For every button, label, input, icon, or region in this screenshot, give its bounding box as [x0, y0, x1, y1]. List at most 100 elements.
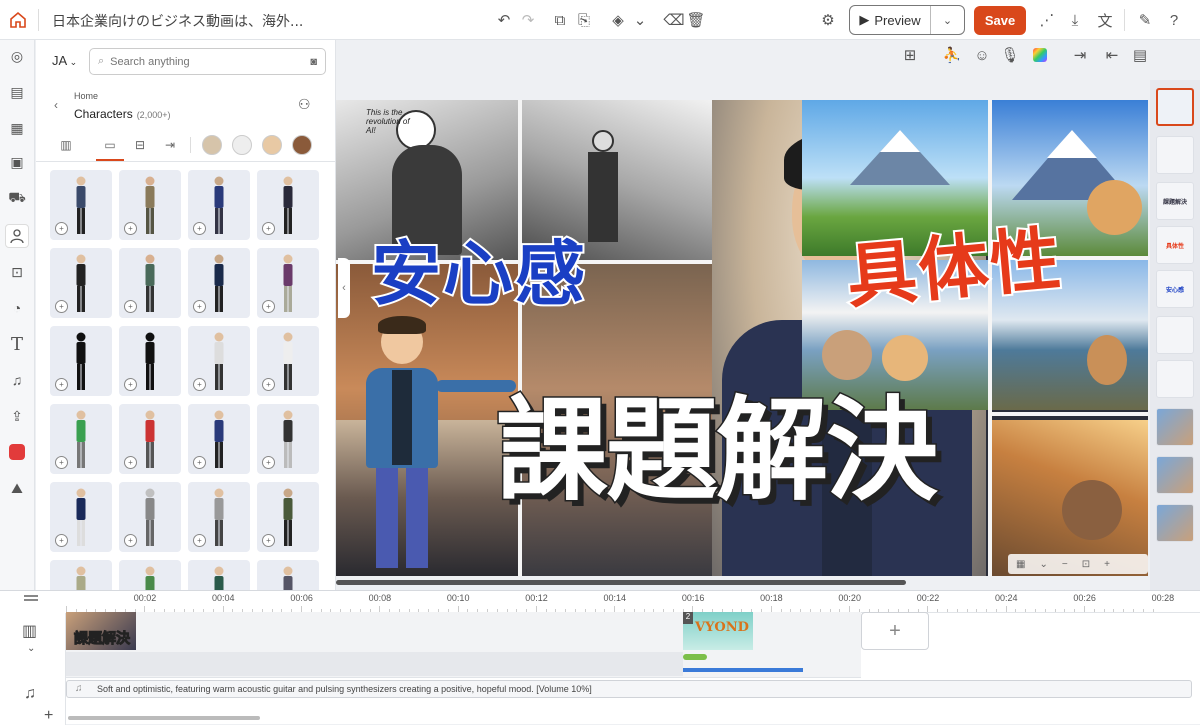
color-palette-icon[interactable] — [1028, 43, 1052, 67]
fit-icon[interactable]: ⊡ — [1082, 559, 1090, 570]
add-scene-button[interactable]: + — [861, 612, 929, 650]
add-character-icon[interactable]: ⚇ — [298, 96, 311, 113]
chevron-down-icon[interactable]: ⌄ — [1039, 559, 1047, 570]
film-icon[interactable]: ▥ — [56, 135, 76, 155]
back-chevron-icon[interactable]: ‹ — [54, 98, 58, 112]
text-kadai-kaiketsu[interactable]: 課題解決 — [495, 360, 940, 522]
character-tile[interactable]: + — [257, 560, 319, 590]
character-tile[interactable]: + — [257, 482, 319, 552]
character-tile[interactable]: + — [50, 326, 112, 396]
character-tile[interactable]: + — [188, 248, 250, 318]
zoom-in-icon[interactable]: + — [55, 300, 68, 313]
scene-thumbnail[interactable] — [1156, 316, 1194, 354]
scene-thumbnail[interactable] — [1156, 456, 1194, 494]
zoom-in-icon[interactable]: + — [193, 300, 206, 313]
chevron-down-icon[interactable]: ⌄ — [628, 8, 652, 32]
layout-icon[interactable]: ▤ — [1128, 43, 1152, 67]
camera-icon[interactable]: ◙ — [310, 56, 317, 68]
enter-effect-bar[interactable] — [683, 654, 707, 660]
character-tile[interactable]: + — [188, 482, 250, 552]
upload-icon[interactable]: ⇪ — [5, 404, 29, 428]
scenes-track-icon[interactable]: ▥ — [22, 621, 37, 641]
scenes-icon[interactable]: ▤ — [5, 80, 29, 104]
scene-2-thumbnail[interactable]: 2 VYOND — [683, 612, 753, 650]
media-icon[interactable]: ▣ — [5, 150, 29, 174]
zoom-in-icon[interactable]: + — [193, 378, 206, 391]
preview-main[interactable]: ▶ Preview — [850, 6, 931, 34]
canvas-zoom-control[interactable]: ▦ ⌄ − ⊡ + — [1008, 554, 1148, 574]
redo-icon[interactable]: ↷ — [516, 8, 540, 32]
add-track-icon[interactable]: + — [44, 707, 53, 725]
character-creator-icon[interactable]: ⊡ — [5, 260, 29, 284]
copy-icon[interactable]: ⧉ — [548, 8, 572, 32]
zoom-in-icon[interactable]: + — [193, 222, 206, 235]
music-track-icon[interactable]: ♫ — [24, 685, 36, 703]
eraser-icon[interactable]: ⌫ — [662, 8, 686, 32]
character-tile[interactable]: + — [50, 404, 112, 474]
grid-view-icon[interactable]: ▦ — [1016, 559, 1025, 570]
collapse-panel-chevron-icon[interactable]: ‹ — [338, 258, 350, 318]
breadcrumb[interactable]: Home — [74, 91, 98, 101]
music-icon[interactable]: ♫ — [5, 368, 29, 392]
scene-thumbnail[interactable] — [1156, 408, 1194, 446]
style-avatar-4[interactable] — [292, 135, 312, 155]
home-icon[interactable] — [6, 8, 30, 32]
character-tile[interactable]: + — [257, 170, 319, 240]
preview-dropdown-chevron-icon[interactable]: ⌄ — [931, 6, 964, 34]
character-tile[interactable]: + — [119, 482, 181, 552]
character-tile[interactable]: + — [257, 248, 319, 318]
cartoon-character[interactable] — [356, 316, 516, 570]
character-tile[interactable]: + — [50, 482, 112, 552]
character-tile[interactable]: + — [188, 170, 250, 240]
enter-effect-icon[interactable]: ⇥ — [1068, 43, 1092, 67]
folder-icon[interactable]: ▭ — [100, 135, 120, 155]
scene-thumbnail[interactable] — [1156, 136, 1194, 174]
undo-icon[interactable]: ↶ — [492, 8, 516, 32]
scene-1-thumbnail[interactable]: 課題解決 — [66, 612, 136, 650]
zoom-in-icon[interactable]: + — [193, 456, 206, 469]
character-tile[interactable]: + — [50, 170, 112, 240]
character-tile[interactable]: + — [119, 404, 181, 474]
zoom-in-icon[interactable]: + — [55, 378, 68, 391]
canvas-scrollbar[interactable] — [336, 580, 906, 585]
language-select[interactable]: JA ⌄ — [52, 53, 77, 68]
share-icon[interactable]: ⋰ — [1035, 8, 1059, 32]
save-button[interactable]: Save — [974, 6, 1026, 35]
scene-thumbnail[interactable] — [1156, 360, 1194, 398]
scene-thumbnail[interactable] — [1156, 504, 1194, 542]
scene-thumbnail[interactable]: 安心感 — [1156, 270, 1194, 308]
trash-icon[interactable]: 🗑 — [684, 8, 708, 32]
resize-handle-icon[interactable] — [24, 595, 38, 601]
audio-track[interactable]: ♫ Soft and optimistic, featuring warm ac… — [66, 680, 1192, 698]
character-tile[interactable]: + — [188, 404, 250, 474]
character-tile[interactable]: + — [119, 326, 181, 396]
chart-icon[interactable]: ◔ — [5, 296, 29, 320]
text-gutaisei[interactable]: 具体性 — [841, 203, 1067, 322]
time-ruler[interactable]: 00:02 00:04 00:06 00:08 00:10 00:12 00:14 00:16… — [66, 591, 1200, 613]
zoom-in-icon[interactable]: + — [193, 534, 206, 547]
zoom-in-icon[interactable]: + — [124, 534, 137, 547]
element-duration-bar[interactable] — [683, 668, 803, 672]
zoom-in-icon[interactable]: + — [262, 534, 275, 547]
zoom-in-icon[interactable]: + — [262, 456, 275, 469]
zoom-out-icon[interactable]: − — [1062, 559, 1068, 570]
character-tile[interactable]: + — [119, 560, 181, 590]
microphone-icon[interactable]: 🎙 — [998, 43, 1022, 67]
character-tile[interactable]: + — [188, 326, 250, 396]
character-tile[interactable]: + — [257, 404, 319, 474]
style-avatar-1[interactable] — [202, 135, 222, 155]
document-title[interactable]: 日本企業向けのビジネス動画は、海外... — [52, 11, 303, 31]
compass-icon[interactable]: ◎ — [5, 44, 29, 68]
edit-notes-icon[interactable]: ✎ — [1133, 8, 1157, 32]
zoom-in-icon[interactable]: + — [124, 222, 137, 235]
zoom-in-icon[interactable]: + — [124, 300, 137, 313]
paste-icon[interactable]: ⎘ — [572, 8, 596, 32]
download-icon[interactable]: ⤓ — [1063, 8, 1087, 32]
layers-icon[interactable]: ◈ — [606, 8, 630, 32]
character-tile[interactable]: + — [119, 248, 181, 318]
scene-thumbnail[interactable]: 具体性 — [1156, 226, 1194, 264]
help-icon[interactable]: ? — [1162, 8, 1186, 32]
settings-icon[interactable]: ⚙ — [816, 8, 840, 32]
align-icon[interactable]: ⊞ — [898, 43, 922, 67]
scene-canvas[interactable]: This is the revolution of AI! 安心感 具体性 課題… — [336, 100, 1148, 576]
